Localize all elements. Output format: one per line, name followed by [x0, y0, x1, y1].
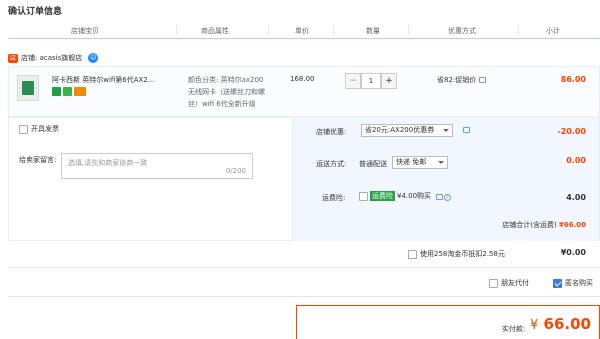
taojin-checkbox[interactable] — [408, 249, 417, 259]
store-coupon-select[interactable]: 省20元:AX200优惠券 — [361, 124, 453, 137]
col-store-items: 店铺宝贝 — [71, 27, 99, 35]
shipping-method: 普通配送 — [359, 160, 387, 168]
divider — [8, 267, 600, 268]
friend-pay-option[interactable]: 朋友代付 — [489, 278, 529, 288]
shipping-label: 运送方式: — [316, 160, 347, 168]
taojin-amount: ¥0.00 — [560, 248, 586, 257]
insurance-icons: ? — [436, 193, 451, 201]
store-total-label: 店铺合计(含运费) — [502, 221, 557, 229]
item-row — [8, 66, 600, 117]
decrease-button[interactable]: − — [345, 73, 361, 89]
discount-text: 省82:促销价 — [437, 76, 477, 84]
shipping-option: 快递 免邮 — [396, 158, 427, 166]
invoice-label: 开具发票 — [31, 125, 59, 133]
wangwang-chat-icon[interactable]: ☺ — [88, 53, 99, 63]
col-discount: 优惠方式 — [448, 27, 476, 35]
store-coupon-amount: -20.00 — [557, 127, 586, 136]
anonymous-checkbox[interactable] — [553, 278, 562, 288]
store-total: 店铺合计(含运费) ¥66.00 — [502, 220, 586, 230]
message-label: 给卖家留言: — [19, 156, 57, 164]
taojin-label: 使用258淘金币抵扣2.58元 — [420, 250, 505, 258]
message-counter: 0/200 — [225, 167, 246, 175]
message-placeholder: 选填,请先和商家协商一致 — [68, 159, 148, 167]
store-name[interactable]: 店铺: acasis旗舰店 — [21, 53, 82, 63]
product-attributes: 颜色分类: 英特尔ax200无线网卡（送螺丝刀和螺丝）wifi 6代全新升级 — [188, 76, 265, 108]
help-icon[interactable]: ? — [444, 194, 451, 201]
store-total-amount: ¥66.00 — [558, 221, 586, 229]
product-name[interactable]: 阿卡西斯 英特尔wifi第6代AX2... — [52, 75, 162, 85]
col-subtotal: 小计 — [546, 27, 560, 35]
col-unit-price: 单价 — [295, 27, 309, 35]
taojin-option[interactable]: 使用258淘金币抵扣2.58元 — [408, 249, 505, 259]
store-coupon-label: 店铺优惠: — [316, 128, 347, 136]
anonymous-option[interactable]: 匿名购买 — [553, 278, 593, 288]
seven-day-return-icon — [52, 87, 61, 96]
guarantee-icon — [63, 87, 72, 96]
payment-amount: ¥ 66.00 — [530, 315, 591, 333]
friend-pay-label: 朋友代付 — [501, 279, 529, 287]
service-badges — [52, 87, 86, 96]
column-header: 店铺宝贝 商品属性 单价 数量 优惠方式 小计 — [8, 21, 600, 39]
currency-symbol: ¥ — [530, 318, 539, 333]
increase-button[interactable]: + — [381, 73, 397, 89]
shipping-amount: 0.00 — [566, 156, 586, 165]
insurance-label: 运费险: — [322, 194, 346, 202]
friend-pay-checkbox[interactable] — [489, 278, 498, 288]
insurance-amount: 4.00 — [566, 193, 586, 202]
unit-price: 168.00 — [290, 75, 315, 83]
shipping-select[interactable]: 快递 免邮 — [392, 156, 448, 169]
discount-info: 省82:促销价 — [437, 75, 487, 85]
store-row: 店 店铺: acasis旗舰店 ☺ — [8, 53, 99, 63]
store-icon: 店 — [8, 53, 18, 63]
invoice-option[interactable]: 开具发票 — [19, 124, 59, 134]
chevron-down-icon — [438, 161, 444, 164]
coupon-info-icon[interactable] — [463, 127, 470, 133]
col-quantity: 数量 — [366, 27, 380, 35]
item-subtotal: 86.00 — [560, 75, 586, 84]
page-title: 确认订单信息 — [8, 7, 63, 17]
insurance-value: ¥4.00购买 — [397, 192, 432, 200]
store-coupon-value: 省20元:AX200优惠券 — [365, 126, 435, 134]
payment-value: 66.00 — [543, 315, 591, 333]
insurance-option[interactable]: 运费险 ¥4.00购买 — [359, 191, 431, 201]
payment-label: 实付款: — [502, 325, 526, 333]
divider — [8, 296, 600, 297]
insurance-chat-icon[interactable] — [436, 194, 443, 200]
insurance-tag: 运费险 — [370, 191, 395, 201]
invoice-checkbox[interactable] — [19, 124, 28, 134]
order-left-panel — [8, 117, 293, 241]
product-thumbnail[interactable] — [17, 75, 39, 101]
credit-card-icon — [74, 87, 86, 96]
insurance-checkbox[interactable] — [359, 191, 368, 201]
seller-message-input[interactable]: 选填,请先和商家协商一致 0/200 — [61, 153, 253, 179]
discount-info-icon[interactable] — [479, 77, 487, 83]
quantity-stepper: − 1 + — [345, 73, 397, 89]
col-attributes: 商品属性 — [201, 27, 229, 35]
quantity-input[interactable]: 1 — [361, 73, 381, 89]
anonymous-label: 匿名购买 — [565, 279, 593, 287]
chevron-down-icon — [443, 129, 449, 132]
